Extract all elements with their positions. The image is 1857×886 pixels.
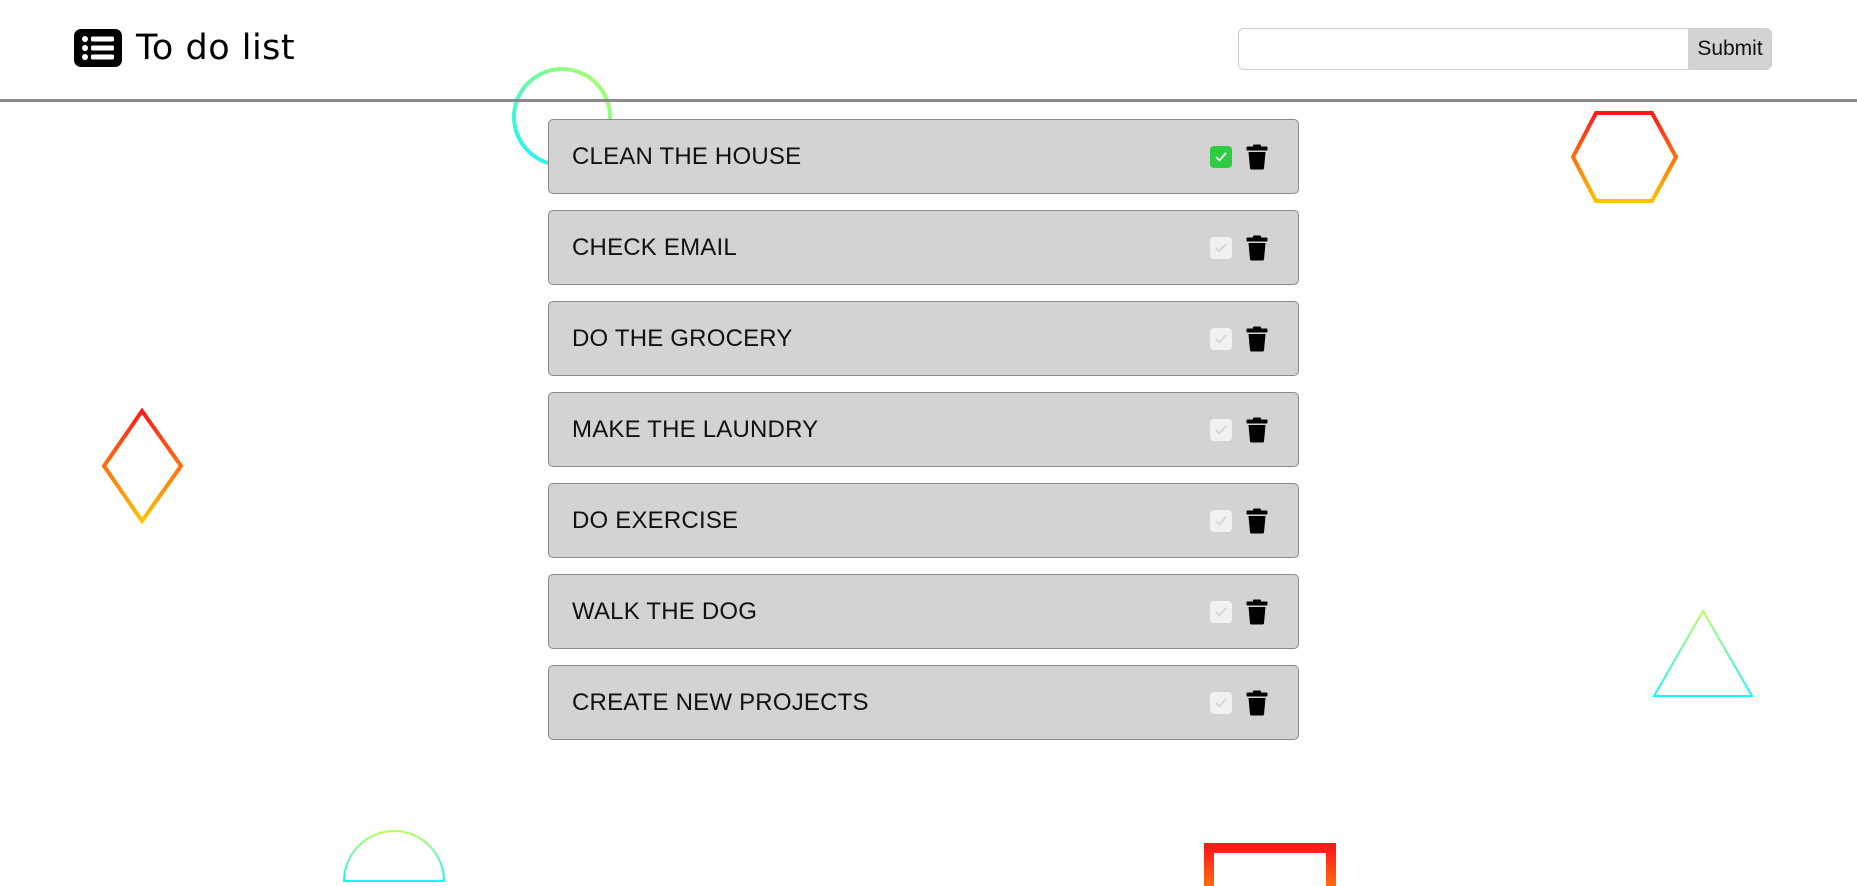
trash-icon: [1246, 326, 1268, 352]
decorative-semicircle: [342, 830, 446, 882]
decorative-diamond: [101, 407, 184, 525]
delete-button[interactable]: [1246, 508, 1268, 534]
decorative-square: [1204, 843, 1336, 886]
delete-button[interactable]: [1246, 235, 1268, 261]
page-title: To do list: [136, 28, 296, 68]
add-todo-form: Submit: [1238, 28, 1772, 70]
check-icon: [1215, 243, 1227, 253]
decorative-triangle: [1652, 608, 1754, 697]
todo-text: CREATE NEW PROJECTS: [572, 688, 869, 716]
todo-item: DO EXERCISE: [548, 483, 1299, 558]
delete-button[interactable]: [1246, 599, 1268, 625]
trash-icon: [1246, 690, 1268, 716]
check-icon: [1215, 152, 1227, 162]
todo-item: WALK THE DOG: [548, 574, 1299, 649]
check-icon: [1215, 425, 1227, 435]
complete-checkbox[interactable]: [1210, 419, 1232, 441]
todo-text: DO EXERCISE: [572, 506, 739, 534]
complete-checkbox[interactable]: [1210, 510, 1232, 532]
complete-checkbox[interactable]: [1210, 328, 1232, 350]
todo-item: CHECK EMAIL: [548, 210, 1299, 285]
trash-icon: [1246, 235, 1268, 261]
delete-button[interactable]: [1246, 690, 1268, 716]
header: To do list Submit: [0, 0, 1857, 102]
complete-checkbox[interactable]: [1210, 692, 1232, 714]
complete-checkbox[interactable]: [1210, 237, 1232, 259]
delete-button[interactable]: [1246, 326, 1268, 352]
todo-text: DO THE GROCERY: [572, 324, 793, 352]
trash-icon: [1246, 417, 1268, 443]
trash-icon: [1246, 144, 1268, 170]
todo-text: WALK THE DOG: [572, 597, 758, 625]
check-icon: [1215, 516, 1227, 526]
decorative-hexagon: [1570, 111, 1679, 203]
complete-checkbox[interactable]: [1210, 601, 1232, 623]
todo-text: MAKE THE LAUNDRY: [572, 415, 819, 443]
check-icon: [1215, 334, 1227, 344]
todo-input[interactable]: [1238, 28, 1688, 70]
delete-button[interactable]: [1246, 144, 1268, 170]
todo-item: CLEAN THE HOUSE: [548, 119, 1299, 194]
todo-item: MAKE THE LAUNDRY: [548, 392, 1299, 467]
submit-button[interactable]: Submit: [1688, 28, 1772, 70]
todo-list: CLEAN THE HOUSE CHECK EMAIL DO THE GROCERY…: [548, 119, 1299, 756]
delete-button[interactable]: [1246, 417, 1268, 443]
todo-text: CLEAN THE HOUSE: [572, 142, 802, 170]
todo-text: CHECK EMAIL: [572, 233, 737, 261]
check-icon: [1215, 607, 1227, 617]
brand: To do list: [74, 28, 295, 68]
list-icon: [74, 29, 122, 67]
todo-item: CREATE NEW PROJECTS: [548, 665, 1299, 740]
trash-icon: [1246, 599, 1268, 625]
todo-item: DO THE GROCERY: [548, 301, 1299, 376]
trash-icon: [1246, 508, 1268, 534]
check-icon: [1215, 698, 1227, 708]
complete-checkbox[interactable]: [1210, 146, 1232, 168]
